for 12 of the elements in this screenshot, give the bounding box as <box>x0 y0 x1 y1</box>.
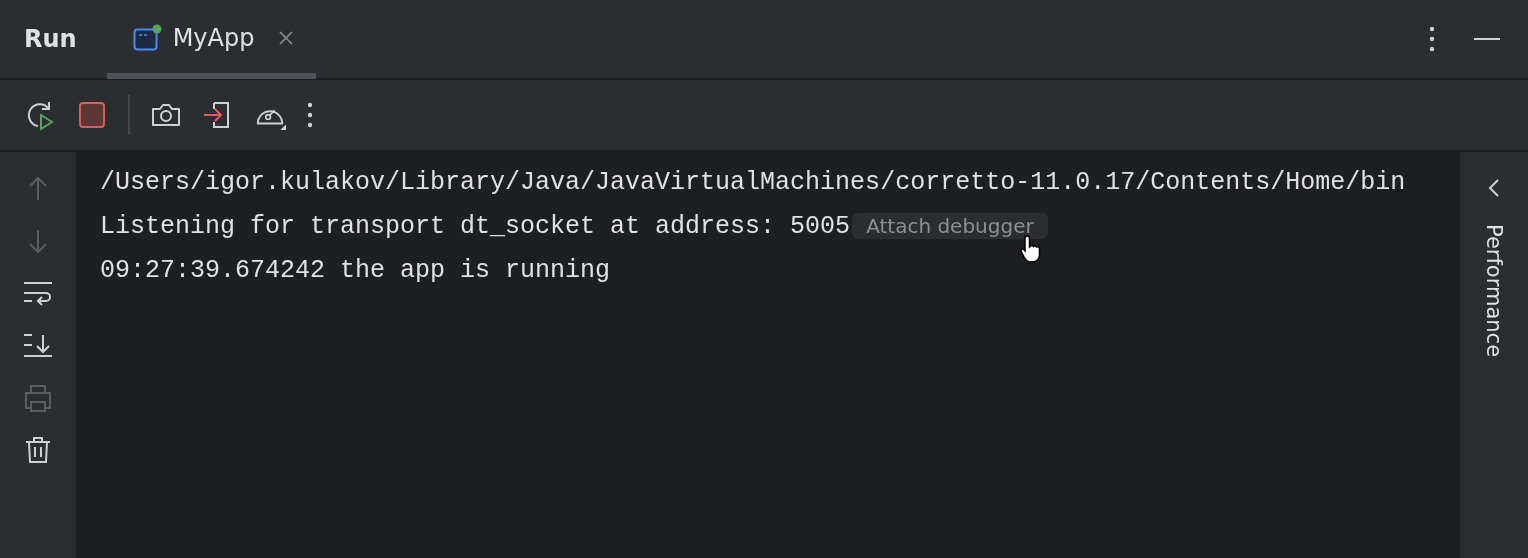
run-tab[interactable]: MyApp <box>106 0 317 79</box>
console-line: 09:27:39.674242 the app is running <box>100 255 611 285</box>
close-icon[interactable] <box>278 30 295 46</box>
console-line: Listening for transport dt_socket at address: 5005 <box>100 211 851 241</box>
minimize-icon[interactable] <box>1474 37 1500 41</box>
performance-tab[interactable]: Performance <box>1482 224 1506 358</box>
expand-chevron-icon[interactable] <box>1488 178 1500 198</box>
tool-window-title: Run <box>24 25 77 53</box>
attach-debugger-link[interactable]: Attach debugger <box>852 213 1048 239</box>
console-line: /Users/igor.kulakov/Library/Java/JavaVirtualMachines/corretto-11.0.17/Contents/Home/bin <box>100 167 1406 197</box>
stop-icon[interactable] <box>76 99 108 131</box>
more-options-icon[interactable] <box>1428 25 1436 53</box>
